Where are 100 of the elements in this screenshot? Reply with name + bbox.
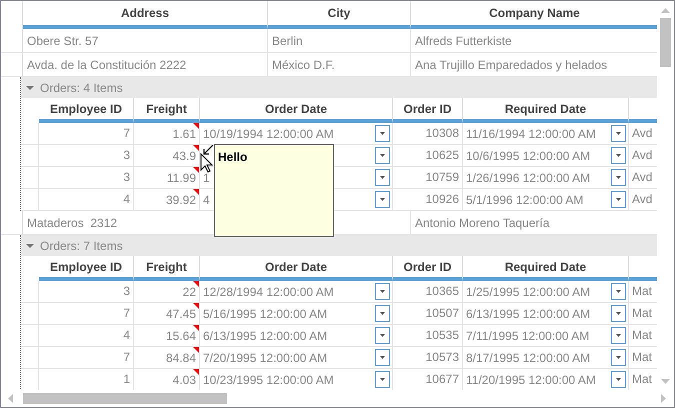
table-cell-text: 10/19/1994 12:00:00 AM bbox=[203, 126, 334, 142]
scrollbar-thumb[interactable] bbox=[23, 393, 227, 404]
table-cell: 10759 bbox=[393, 167, 463, 188]
dropdown-button[interactable] bbox=[611, 169, 626, 186]
dropdown-button[interactable] bbox=[375, 327, 390, 344]
table-cell: 7 bbox=[39, 303, 134, 324]
caret-icon bbox=[380, 198, 385, 201]
caret-icon bbox=[616, 132, 621, 135]
dropdown-button[interactable] bbox=[375, 191, 390, 208]
table-cell-text: 11/20/1995 12:00:00 AM bbox=[466, 372, 596, 388]
table-cell: Alfreds Futterkiste bbox=[415, 34, 512, 48]
dropdown-button[interactable] bbox=[375, 305, 390, 322]
group-label: Orders: 7 Items bbox=[40, 238, 123, 254]
table-cell-text: 6/13/1995 12:00:00 AM bbox=[203, 328, 328, 344]
caret-icon bbox=[380, 356, 385, 359]
table-cell-text: 5/1/1996 12:00:00 AM bbox=[466, 192, 584, 208]
scrollbar-thumb[interactable] bbox=[660, 18, 671, 67]
table-cell-text: 10/23/1995 12:00:00 AM bbox=[203, 372, 334, 388]
dropdown-button[interactable] bbox=[611, 283, 626, 300]
caret-icon bbox=[616, 154, 621, 157]
caret-icon bbox=[380, 312, 385, 315]
column-header[interactable]: Address bbox=[23, 1, 268, 29]
table-cell: Mat bbox=[632, 306, 652, 320]
table-cell-text: 1/26/1996 12:00:00 AM bbox=[466, 170, 590, 186]
dropdown-button[interactable] bbox=[375, 147, 390, 164]
dropdown-button[interactable] bbox=[375, 371, 390, 388]
table-cell: Avd bbox=[632, 170, 652, 184]
column-header[interactable]: City bbox=[268, 1, 411, 29]
table-cell: Mat bbox=[632, 284, 652, 298]
expanded-caret-icon[interactable] bbox=[26, 84, 34, 92]
dropdown-button[interactable] bbox=[611, 327, 626, 344]
table-cell-text: 1.61 bbox=[172, 126, 196, 142]
table-cell-text: 4 bbox=[203, 192, 210, 208]
column-header[interactable]: Freight bbox=[134, 98, 200, 123]
column-header[interactable]: Employee ID bbox=[39, 256, 134, 281]
column-header[interactable]: Freight bbox=[134, 256, 200, 281]
dropdown-button[interactable] bbox=[375, 349, 390, 366]
table-cell: Mat bbox=[632, 328, 652, 342]
table-cell: 7 bbox=[39, 347, 134, 368]
table-cell: Avda. de la Constitución 2222 bbox=[27, 58, 186, 72]
dropdown-button[interactable] bbox=[375, 283, 390, 300]
dropdown-button[interactable] bbox=[611, 349, 626, 366]
caret-icon bbox=[616, 176, 621, 179]
table-cell-text: 43.9 bbox=[172, 148, 196, 164]
table-cell: 4 bbox=[39, 189, 134, 210]
table-cell: Avd bbox=[632, 148, 652, 162]
table-cell: 10625 bbox=[393, 145, 463, 166]
table-cell: Ana Trujillo Emparedados y helados bbox=[415, 58, 608, 72]
dropdown-button[interactable] bbox=[611, 371, 626, 388]
column-header[interactable]: Order ID bbox=[393, 256, 463, 281]
table-cell: Mat bbox=[632, 350, 652, 364]
table-cell-text: 4.03 bbox=[172, 372, 196, 388]
table-cell-text: 11/16/1994 12:00:00 AM bbox=[466, 126, 596, 142]
dropdown-button[interactable] bbox=[611, 305, 626, 322]
table-cell-text: 12/28/1994 12:00:00 AM bbox=[203, 284, 334, 300]
dropdown-button[interactable] bbox=[375, 125, 390, 142]
column-header[interactable]: Required Date bbox=[463, 256, 629, 281]
table-cell: 3 bbox=[39, 167, 134, 188]
caret-icon bbox=[380, 334, 385, 337]
table-cell: Avd bbox=[632, 192, 652, 206]
tooltip-arrow-icon bbox=[203, 145, 214, 155]
table-cell: Avd bbox=[632, 126, 652, 140]
caret-icon bbox=[616, 198, 621, 201]
column-header[interactable]: Required Date bbox=[463, 98, 629, 123]
dropdown-button[interactable] bbox=[611, 125, 626, 142]
table-cell: 10573 bbox=[393, 347, 463, 368]
table-cell: 10507 bbox=[393, 303, 463, 324]
table-cell-text: 7/20/1995 12:00:00 AM bbox=[203, 350, 328, 366]
table-cell-text: 10/6/1995 12:00:00 AM bbox=[466, 148, 590, 164]
caret-icon bbox=[616, 334, 621, 337]
table-cell: Mataderos 2312 bbox=[27, 216, 118, 230]
caret-icon bbox=[380, 378, 385, 381]
table-cell: 3 bbox=[39, 281, 134, 302]
table-cell: Obere Str. 57 bbox=[27, 34, 98, 48]
column-header[interactable]: Employee ID bbox=[39, 98, 134, 123]
table-cell-text: 5/16/1995 12:00:00 AM bbox=[203, 306, 328, 322]
dropdown-button[interactable] bbox=[375, 169, 390, 186]
table-cell: Berlin bbox=[272, 34, 303, 48]
table-cell: 4 bbox=[39, 325, 134, 346]
dropdown-button[interactable] bbox=[611, 191, 626, 208]
caret-icon bbox=[616, 378, 621, 381]
table-cell-text: 47.45 bbox=[166, 306, 196, 322]
table-cell-text: 22 bbox=[182, 284, 196, 300]
dropdown-button[interactable] bbox=[611, 147, 626, 164]
expanded-caret-icon[interactable] bbox=[26, 242, 34, 250]
mouse-pointer-icon bbox=[200, 153, 213, 173]
table-cell: 10535 bbox=[393, 325, 463, 346]
table-cell-text: 39.92 bbox=[166, 192, 196, 208]
table-cell: 10365 bbox=[393, 281, 463, 302]
caret-icon bbox=[380, 154, 385, 157]
table-cell: 7 bbox=[39, 123, 134, 144]
column-header[interactable]: Order Date bbox=[200, 256, 393, 281]
table-cell: 3 bbox=[39, 145, 134, 166]
column-header[interactable]: Order Date bbox=[200, 98, 393, 123]
column-header[interactable]: Order ID bbox=[393, 98, 463, 123]
caret-icon bbox=[616, 312, 621, 315]
table-cell-text: 8/17/1995 12:00:00 AM bbox=[466, 350, 590, 366]
table-cell: 10308 bbox=[393, 123, 463, 144]
table-cell-text: 1/25/1995 12:00:00 AM bbox=[466, 284, 590, 300]
table-cell-text: 1 bbox=[203, 170, 210, 186]
